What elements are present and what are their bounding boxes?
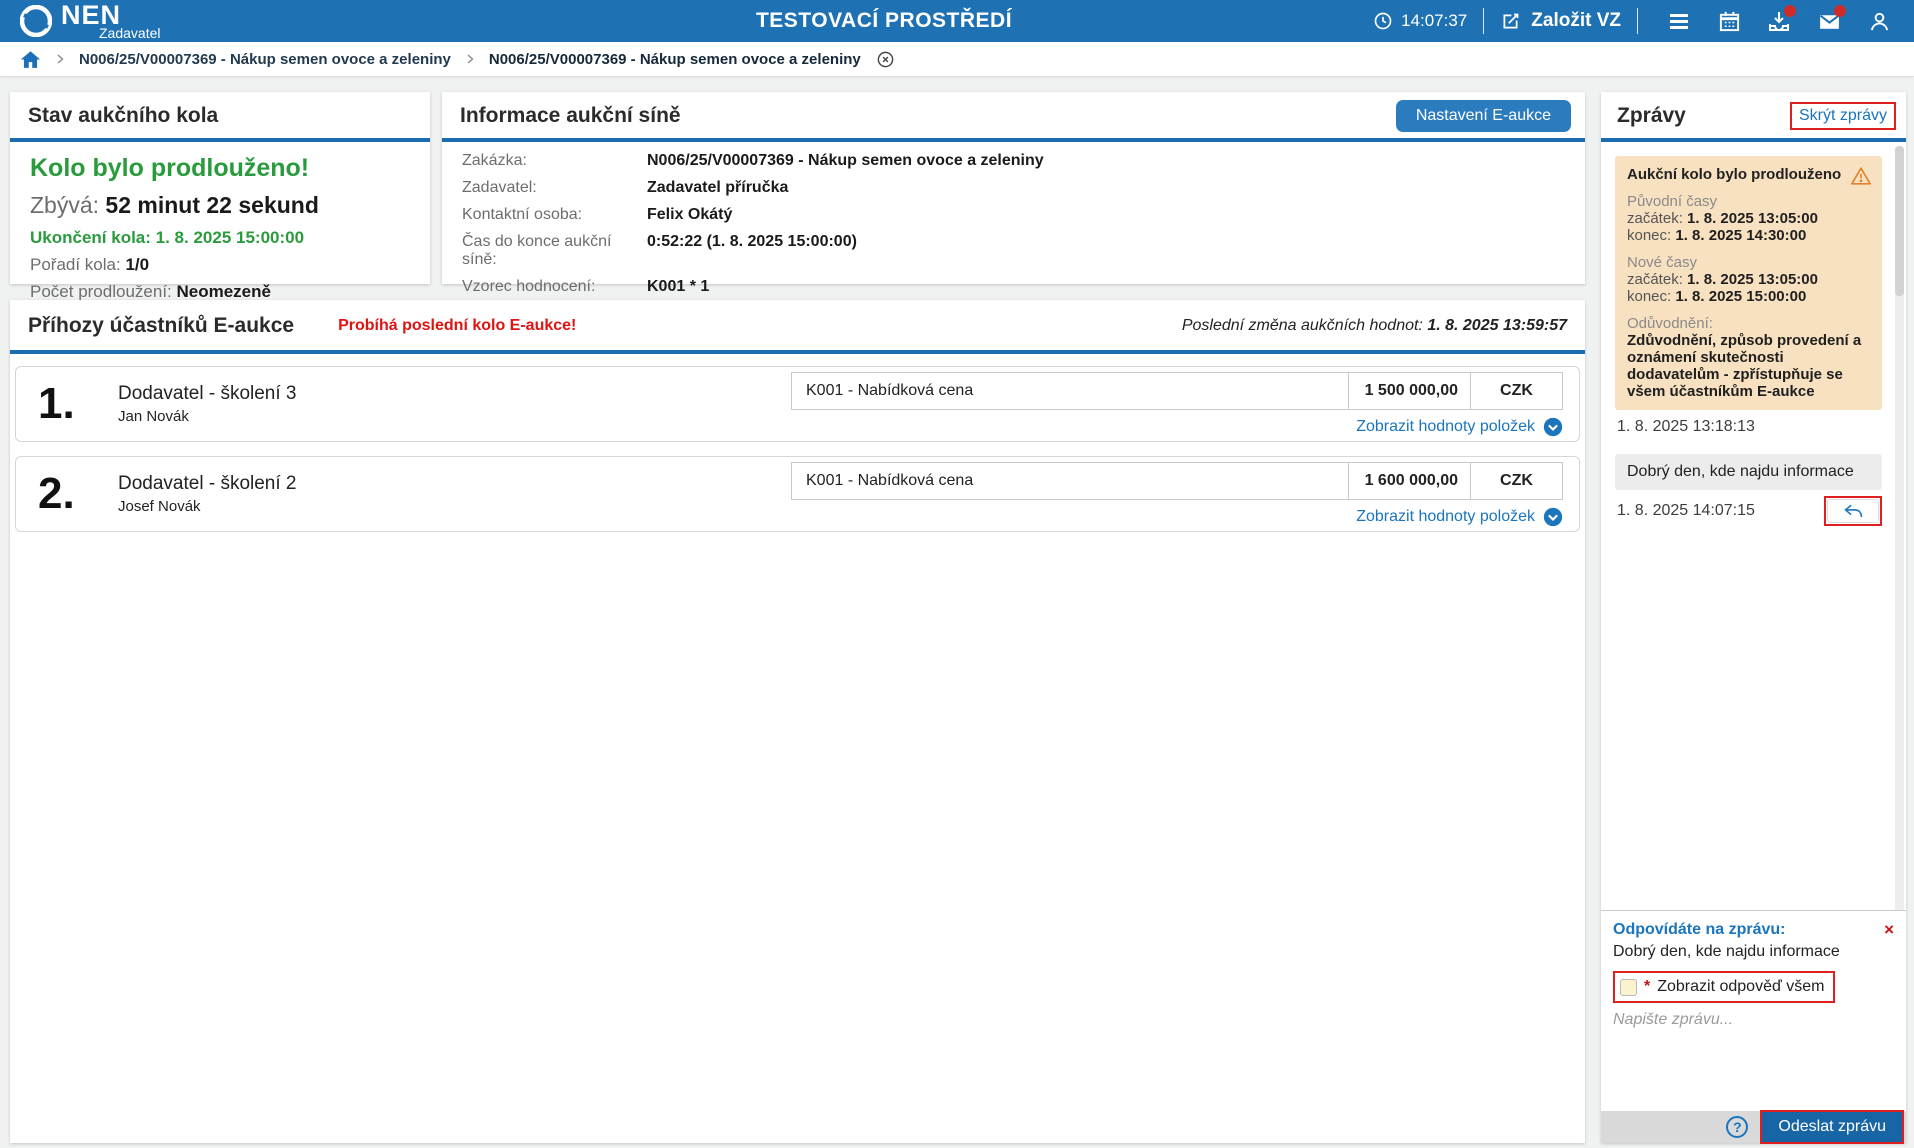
send-button-highlight: Odeslat zprávu: [1760, 1110, 1904, 1144]
user-icon: [1868, 10, 1891, 33]
reply-button[interactable]: [1827, 499, 1879, 523]
extension-message-card: Aukční kolo bylo prodlouženo Původní čas…: [1615, 156, 1882, 410]
mail-button[interactable]: [1804, 0, 1854, 42]
round-end-time: Ukončení kola: 1. 8. 2025 15:00:00: [30, 228, 410, 248]
info-row-contract: Zakázka: N006/25/V00007369 - Nákup semen…: [462, 152, 1565, 170]
divider: [1483, 8, 1484, 34]
auction-round-title: Stav aukčního kola: [28, 104, 218, 128]
breadcrumb: N006/25/V00007369 - Nákup semen ovoce a …: [0, 42, 1914, 76]
info-row-contact-person: Kontaktní osoba: Felix Okátý: [462, 206, 1565, 224]
show-item-values-link[interactable]: Zobrazit hodnoty položek: [1356, 508, 1535, 526]
send-message-button[interactable]: Odeslat zprávu: [1762, 1112, 1902, 1142]
messages-panel: Zprávy Skrýt zprávy Aukční kolo bylo pro…: [1601, 92, 1906, 1143]
breadcrumb-item-1[interactable]: N006/25/V00007369 - Nákup semen ovoce a …: [79, 51, 451, 68]
bids-title: Příhozy účastníků E-aukce: [28, 314, 294, 338]
replying-to-label: Odpovídáte na zprávu:: [1613, 921, 1785, 939]
message-input[interactable]: [1613, 1011, 1894, 1106]
bid-supplier: Dodavatel - školení 3: [118, 382, 297, 407]
question-message-timestamp: 1. 8. 2025 14:07:15: [1617, 502, 1755, 520]
round-extended-status: Kolo bylo prodlouženo!: [30, 154, 410, 183]
breadcrumb-item-2[interactable]: N006/25/V00007369 - Nákup semen ovoce a …: [489, 51, 861, 68]
calendar-button[interactable]: [1704, 0, 1754, 42]
last-round-notice: Probíhá poslední kolo E-aukce!: [338, 317, 576, 335]
chevron-down-circle-icon[interactable]: [1543, 507, 1563, 527]
close-tab-icon[interactable]: [876, 50, 895, 69]
original-times-group: Původní časy začátek: 1. 8. 2025 13:05:0…: [1627, 193, 1870, 244]
round-order: Pořadí kola: 1/0: [30, 255, 410, 275]
edit-icon: [1500, 11, 1521, 32]
messages-title: Zprávy: [1617, 104, 1686, 128]
quoted-message: Dobrý den, kde najdu informace: [1613, 943, 1894, 961]
last-change-info: Poslední změna aukčních hodnot: 1. 8. 20…: [1182, 317, 1567, 335]
bid-value: 1 500 000,00: [1348, 373, 1470, 409]
auction-round-panel: Stav aukčního kola Kolo bylo prodlouženo…: [10, 92, 430, 284]
inbox-notification-badge: [1784, 5, 1796, 17]
extension-message-timestamp: 1. 8. 2025 13:18:13: [1617, 418, 1892, 436]
divider: [1637, 8, 1638, 34]
bid-rank: 1.: [38, 379, 92, 429]
close-icon[interactable]: ×: [1884, 921, 1894, 938]
nen-logo-icon: [20, 5, 52, 37]
warning-icon: [1850, 165, 1872, 187]
bid-person: Josef Novák: [118, 497, 297, 517]
reply-icon: [1844, 504, 1863, 519]
messages-scrollbar[interactable]: [1895, 146, 1904, 936]
bid-value-row: K001 - Nabídková cena 1 600 000,00 CZK: [791, 462, 1563, 500]
auction-info-title: Informace aukční síně: [460, 104, 681, 128]
chevron-right-icon: [464, 53, 476, 65]
reply-button-highlight: [1824, 496, 1882, 526]
scrollbar-thumb[interactable]: [1895, 146, 1904, 296]
show-answer-all-checkbox[interactable]: [1620, 979, 1637, 996]
messages-list: Aukční kolo bylo prodlouženo Původní čas…: [1601, 144, 1906, 938]
auction-info-panel: Informace aukční síně Nastavení E-aukce …: [442, 92, 1585, 284]
menu-icon: [1667, 9, 1691, 33]
question-message-card: Dobrý den, kde najdu informace: [1615, 454, 1882, 490]
bid-row-2: 2. Dodavatel - školení 2 Josef Novák K00…: [15, 456, 1580, 532]
top-bar: NEN Zadavatel TESTOVACÍ PROSTŘEDÍ 14:07:…: [0, 0, 1914, 42]
environment-title: TESTOVACÍ PROSTŘEDÍ: [756, 0, 1012, 42]
inbox-button[interactable]: [1754, 0, 1804, 42]
bids-panel: Příhozy účastníků E-aukce Probíhá posled…: [10, 300, 1585, 1143]
hide-messages-link[interactable]: Skrýt zprávy: [1799, 107, 1887, 124]
reason-group: Odůvodnění: Zdůvodnění, způsob provedení…: [1627, 315, 1870, 400]
new-times-group: Nové časy začátek: 1. 8. 2025 13:05:00 k…: [1627, 254, 1870, 305]
home-icon[interactable]: [20, 49, 41, 70]
help-icon[interactable]: ?: [1726, 1116, 1748, 1138]
info-row-contracting-authority: Zadavatel: Zadavatel příručka: [462, 179, 1565, 197]
show-item-values-link[interactable]: Zobrazit hodnoty položek: [1356, 418, 1535, 436]
bid-row-1: 1. Dodavatel - školení 3 Jan Novák K001 …: [15, 366, 1580, 442]
hide-messages-highlight: Skrýt zprávy: [1790, 102, 1896, 130]
server-time: 14:07:37: [1373, 11, 1467, 31]
calendar-icon: [1718, 10, 1741, 33]
round-extensions: Počet prodloužení: Neomezeně: [30, 282, 410, 302]
extension-message-title: Aukční kolo bylo prodlouženo: [1627, 166, 1870, 183]
required-mark: *: [1644, 978, 1650, 996]
clock-icon: [1373, 11, 1393, 31]
info-row-evaluation-formula: Vzorec hodnocení: K001 * 1: [462, 278, 1565, 296]
bid-person: Jan Novák: [118, 407, 297, 427]
user-button[interactable]: [1854, 0, 1904, 42]
server-time-value: 14:07:37: [1401, 11, 1467, 31]
chevron-down-circle-icon[interactable]: [1543, 417, 1563, 437]
mail-notification-badge: [1834, 5, 1846, 17]
eauction-settings-button[interactable]: Nastavení E-aukce: [1396, 100, 1571, 132]
bid-criterion: K001 - Nabídková cena: [792, 373, 1348, 409]
nen-logo[interactable]: NEN Zadavatel: [20, 2, 160, 40]
bid-value-row: K001 - Nabídková cena 1 500 000,00 CZK: [791, 372, 1563, 410]
bid-supplier: Dodavatel - školení 2: [118, 472, 297, 497]
bid-currency: CZK: [1470, 463, 1562, 499]
chevron-right-icon: [54, 53, 66, 65]
info-row-time-to-end: Čas do konce aukční síně: 0:52:22 (1. 8.…: [462, 233, 1565, 269]
show-answer-all-label: Zobrazit odpověď všem: [1657, 978, 1824, 996]
menu-button[interactable]: [1654, 0, 1704, 42]
topbar-actions: 14:07:37 Založit VZ: [1373, 0, 1914, 42]
bid-currency: CZK: [1470, 373, 1562, 409]
time-remaining: Zbývá: 52 minut 22 sekund: [30, 192, 410, 219]
create-vz-button[interactable]: Založit VZ: [1500, 10, 1621, 32]
bid-rank: 2.: [38, 469, 92, 519]
bid-value: 1 600 000,00: [1348, 463, 1470, 499]
show-answer-all-highlight: * Zobrazit odpověď všem: [1613, 971, 1835, 1003]
reply-widget: Odpovídáte na zprávu: × Dobrý den, kde n…: [1601, 910, 1906, 1143]
bid-criterion: K001 - Nabídková cena: [792, 463, 1348, 499]
